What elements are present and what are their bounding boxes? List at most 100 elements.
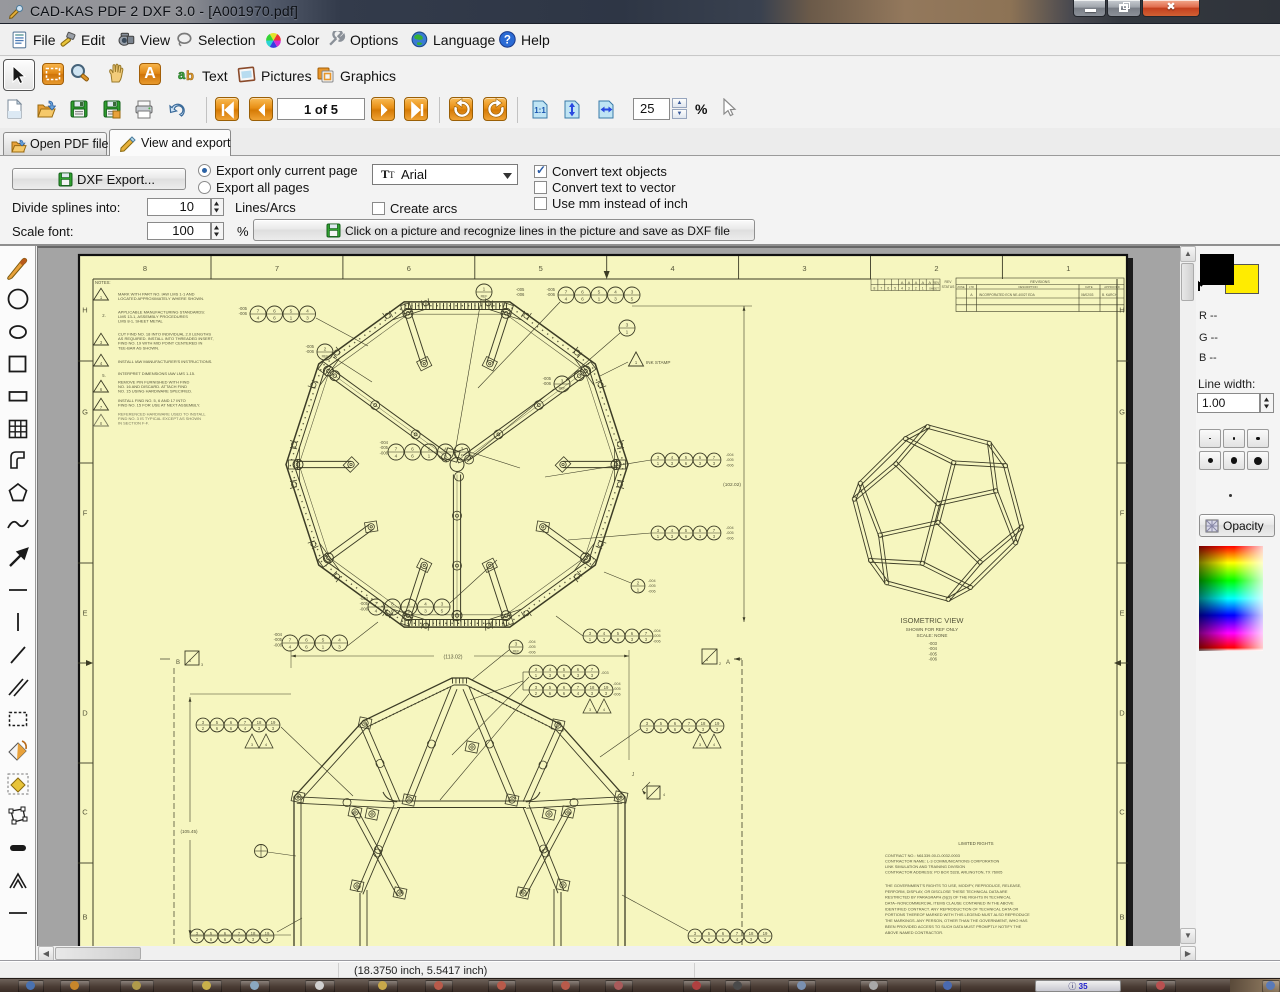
svg-text:G: G bbox=[82, 408, 88, 417]
svg-text:-004: -004 bbox=[648, 579, 656, 583]
svg-text:SHOWN FOR REF ONLY: SHOWN FOR REF ONLY bbox=[906, 627, 959, 632]
svg-text:6: 6 bbox=[273, 315, 276, 321]
svg-text:6: 6 bbox=[189, 659, 191, 663]
svg-text:INTERPRET DIMENSIONS IAW LMS 1: INTERPRET DIMENSIONS IAW LMS 1-15. bbox=[118, 371, 195, 376]
svg-text:18: 18 bbox=[257, 720, 262, 725]
svg-text:RESTRICTED BY PARAGRAPH (b)(3): RESTRICTED BY PARAGRAPH (b)(3) OF THE RI… bbox=[885, 895, 1012, 900]
svg-text:REF: REF bbox=[481, 294, 488, 298]
svg-text:3: 3 bbox=[631, 290, 634, 296]
svg-text:1: 1 bbox=[626, 329, 629, 335]
svg-text:-006: -006 bbox=[360, 606, 369, 611]
svg-text:b: b bbox=[186, 68, 194, 83]
svg-text:A: A bbox=[901, 280, 904, 285]
svg-text:PORTIONS THEREOF MARKED WITH T: PORTIONS THEREOF MARKED WITH THIS LEGEND… bbox=[885, 912, 1030, 917]
svg-text:4: 4 bbox=[257, 315, 260, 321]
svg-text:4: 4 bbox=[338, 638, 341, 644]
svg-text:a: a bbox=[178, 67, 186, 82]
svg-text:5: 5 bbox=[408, 602, 411, 608]
svg-text:19: 19 bbox=[265, 931, 270, 936]
svg-text:4: 4 bbox=[375, 608, 378, 614]
svg-text:LINK SIMULATION AND TRAINING D: LINK SIMULATION AND TRAINING DIVISION bbox=[885, 864, 965, 869]
svg-text:ISOMETRIC VIEW: ISOMETRIC VIEW bbox=[901, 616, 965, 625]
svg-text:5: 5 bbox=[631, 296, 634, 302]
svg-text:6: 6 bbox=[581, 290, 584, 296]
svg-text:19: 19 bbox=[271, 720, 276, 725]
svg-text:6: 6 bbox=[706, 658, 708, 662]
svg-text:18: 18 bbox=[749, 931, 754, 936]
svg-text:A: A bbox=[726, 660, 730, 666]
svg-text:-005: -005 bbox=[726, 531, 734, 535]
svg-text:-006: -006 bbox=[380, 450, 389, 455]
svg-text:FIND NO. 15 FOR USE AT NEXT AS: FIND NO. 15 FOR USE AT NEXT ASSEMBLY. bbox=[118, 403, 200, 408]
svg-text:2: 2 bbox=[934, 264, 938, 273]
svg-text:-004: -004 bbox=[613, 682, 621, 686]
svg-text:1: 1 bbox=[598, 296, 601, 302]
svg-text:4: 4 bbox=[289, 644, 292, 650]
svg-text:7: 7 bbox=[880, 287, 882, 291]
svg-text:THE MARKINGS. ANY PERSON, OTHE: THE MARKINGS. ANY PERSON, OTHER THAN THE… bbox=[885, 918, 1028, 923]
svg-text:DESCRIPTION: DESCRIPTION bbox=[1018, 285, 1037, 289]
svg-text:B: B bbox=[82, 913, 87, 922]
svg-text:5: 5 bbox=[894, 287, 896, 291]
svg-text:18: 18 bbox=[590, 685, 595, 690]
svg-text:3: 3 bbox=[201, 663, 203, 667]
svg-text:DATA--NONCOMMERCIAL ITEMS CLAU: DATA--NONCOMMERCIAL ITEMS CLAUSE CONTAIN… bbox=[885, 901, 1014, 906]
svg-text:H: H bbox=[82, 306, 87, 315]
svg-text:2: 2 bbox=[719, 662, 721, 666]
svg-text:PERFORM, DISPLAY, OR DISCLOSE: PERFORM, DISPLAY, OR DISCLOSE THESE TECH… bbox=[885, 889, 1008, 894]
svg-text:-006: -006 bbox=[306, 349, 315, 354]
svg-text:REV: REV bbox=[945, 280, 953, 284]
svg-text:6: 6 bbox=[407, 264, 411, 273]
svg-text:REF: REF bbox=[559, 386, 566, 390]
svg-text:B: B bbox=[176, 660, 180, 666]
svg-text:6: 6 bbox=[273, 309, 276, 315]
svg-text:-004: -004 bbox=[653, 629, 661, 633]
svg-text:5: 5 bbox=[428, 447, 431, 453]
svg-text:4: 4 bbox=[671, 264, 675, 273]
svg-text:4: 4 bbox=[614, 290, 617, 296]
svg-text:B: B bbox=[1119, 913, 1124, 922]
svg-text:-006: -006 bbox=[239, 311, 248, 316]
svg-text:B. KARCH: B. KARCH bbox=[1102, 293, 1118, 297]
svg-text:1: 1 bbox=[322, 644, 325, 650]
svg-text:06/02/03: 06/02/03 bbox=[1081, 293, 1094, 297]
svg-text:E: E bbox=[1119, 609, 1124, 618]
svg-text:REV: REV bbox=[933, 281, 940, 285]
svg-text:7: 7 bbox=[257, 309, 260, 315]
svg-text:-006: -006 bbox=[929, 657, 938, 662]
svg-text:(113.02): (113.02) bbox=[444, 655, 463, 661]
svg-text:4: 4 bbox=[306, 309, 309, 315]
svg-text:1: 1 bbox=[408, 608, 411, 614]
svg-text:C: C bbox=[82, 808, 88, 817]
svg-text:5.: 5. bbox=[102, 373, 106, 378]
svg-text:19: 19 bbox=[715, 721, 720, 726]
svg-text:3: 3 bbox=[444, 453, 447, 459]
svg-text:A: A bbox=[921, 280, 924, 285]
svg-text:CONTRACT NO.: N61339-00-D-0032: CONTRACT NO.: N61339-00-D-0032-0003 bbox=[885, 853, 960, 858]
svg-text:19: 19 bbox=[604, 685, 609, 690]
svg-text:-005: -005 bbox=[613, 687, 621, 691]
svg-text:5: 5 bbox=[461, 453, 464, 459]
svg-text:REF: REF bbox=[322, 354, 329, 358]
svg-text:TEE-BAR AS SHOWN.: TEE-BAR AS SHOWN. bbox=[118, 345, 159, 350]
svg-text:STATUS: STATUS bbox=[942, 285, 956, 289]
svg-text:2: 2 bbox=[637, 581, 640, 587]
svg-text:-006: -006 bbox=[516, 292, 525, 297]
svg-text:LMS 8-1, SHEET METAL: LMS 8-1, SHEET METAL bbox=[118, 319, 164, 324]
svg-text:SCALE: NONE: SCALE: NONE bbox=[917, 633, 948, 638]
svg-text:A: A bbox=[928, 280, 931, 285]
svg-text:1: 1 bbox=[428, 453, 431, 459]
svg-text:5: 5 bbox=[598, 290, 601, 296]
svg-text:5: 5 bbox=[322, 638, 325, 644]
svg-text:LTR: LTR bbox=[969, 285, 974, 289]
svg-text:INK STAMP: INK STAMP bbox=[646, 360, 670, 365]
svg-text:18: 18 bbox=[251, 931, 256, 936]
svg-text:(105.45): (105.45) bbox=[180, 829, 198, 834]
svg-text:A: A bbox=[908, 280, 911, 285]
svg-text:E: E bbox=[82, 609, 87, 618]
svg-text:6: 6 bbox=[305, 644, 308, 650]
svg-text:2: 2 bbox=[915, 287, 917, 291]
svg-text:1: 1 bbox=[922, 287, 924, 291]
svg-text:NO. 15 USING HARDWARE SPECIFIE: NO. 15 USING HARDWARE SPECIFIED. bbox=[118, 389, 192, 394]
svg-text:-004: -004 bbox=[528, 640, 536, 644]
